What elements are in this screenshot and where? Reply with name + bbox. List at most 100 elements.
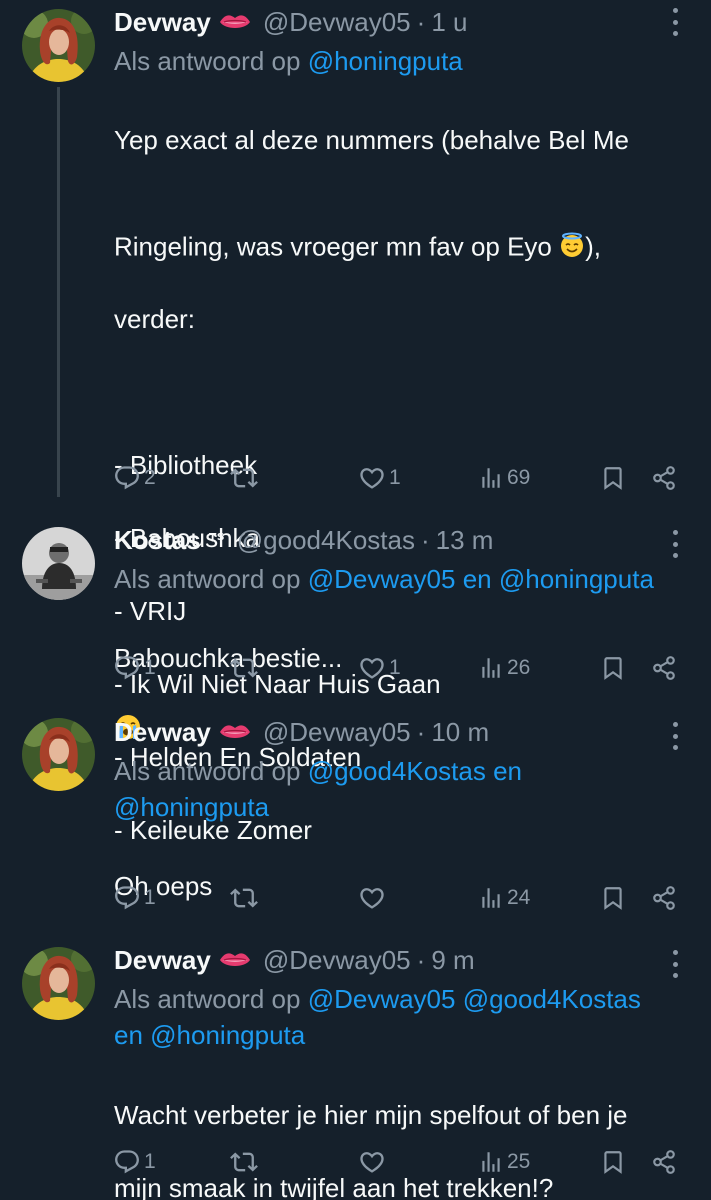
name-suffix: ᵀᔆ bbox=[208, 529, 225, 550]
separator: · bbox=[416, 944, 426, 975]
like-count: 1 bbox=[389, 656, 401, 679]
reply-prefix: Als antwoord op bbox=[114, 46, 301, 76]
avatar[interactable] bbox=[22, 718, 95, 791]
reply-button[interactable]: 1 bbox=[113, 880, 156, 916]
reply-context: Als antwoord op @good4Kostas en bbox=[114, 753, 522, 789]
mention-link[interactable]: @good4Kostas en bbox=[308, 756, 522, 786]
views-icon bbox=[478, 655, 504, 681]
view-count: 26 bbox=[507, 656, 531, 679]
like-button[interactable]: 1 bbox=[358, 650, 401, 686]
reply-icon bbox=[113, 464, 141, 492]
bookmark-button[interactable] bbox=[600, 460, 626, 496]
repost-button[interactable] bbox=[230, 460, 258, 496]
share-button[interactable] bbox=[651, 460, 677, 496]
separator: · bbox=[420, 524, 430, 555]
more-options-icon[interactable] bbox=[671, 8, 679, 36]
reply-context-line2: en @honingputa bbox=[114, 1017, 305, 1053]
timestamp[interactable]: 10 m bbox=[431, 717, 489, 748]
reply-count: 1 bbox=[144, 656, 156, 679]
separator: · bbox=[416, 716, 426, 747]
more-options-icon[interactable] bbox=[671, 530, 679, 558]
author-name[interactable]: Kostas bbox=[114, 525, 201, 556]
author-handle[interactable]: @good4Kostas bbox=[237, 525, 415, 556]
author-name[interactable]: Devway bbox=[114, 945, 211, 976]
repost-icon bbox=[230, 1148, 258, 1176]
share-button[interactable] bbox=[651, 650, 677, 686]
reply-prefix: Als antwoord op bbox=[114, 984, 301, 1014]
bookmark-button[interactable] bbox=[600, 880, 626, 916]
reply-count: 1 bbox=[144, 1150, 156, 1173]
views-icon bbox=[478, 465, 504, 491]
text-fragment: Ringeling, was vroeger mn fav op Eyo bbox=[114, 231, 552, 261]
like-button[interactable]: 1 bbox=[358, 460, 401, 496]
share-button[interactable] bbox=[651, 880, 677, 916]
repost-icon bbox=[230, 464, 258, 492]
repost-icon bbox=[230, 654, 258, 682]
text-line: Ringeling, was vroeger mn fav op Eyo ), bbox=[114, 195, 704, 265]
more-options-icon[interactable] bbox=[671, 722, 679, 750]
tweet-header: Devway @Devway05 · 10 m bbox=[114, 714, 489, 750]
like-button[interactable] bbox=[358, 880, 386, 916]
action-bar: 1 24 bbox=[0, 880, 711, 916]
views-button[interactable]: 24 bbox=[478, 880, 530, 916]
views-button[interactable]: 69 bbox=[478, 460, 530, 496]
author-handle[interactable]: @Devway05 bbox=[263, 7, 411, 38]
author-handle[interactable]: @Devway05 bbox=[263, 717, 411, 748]
like-button[interactable] bbox=[358, 1144, 386, 1180]
more-options-icon[interactable] bbox=[671, 950, 679, 978]
reply-context-line2: @honingputa bbox=[114, 789, 269, 825]
mention-link[interactable]: en @honingputa bbox=[114, 1020, 305, 1050]
text-line: verder: bbox=[114, 304, 195, 334]
avatar[interactable] bbox=[22, 527, 95, 600]
repost-icon bbox=[230, 884, 258, 912]
bookmark-icon bbox=[600, 885, 626, 911]
reply-button[interactable]: 1 bbox=[113, 1144, 156, 1180]
author-handle[interactable]: @Devway05 bbox=[263, 945, 411, 976]
text-line bbox=[114, 374, 704, 411]
bookmark-button[interactable] bbox=[600, 650, 626, 686]
views-icon bbox=[478, 885, 504, 911]
views-button[interactable]: 25 bbox=[478, 1144, 530, 1180]
repost-button[interactable] bbox=[230, 1144, 258, 1180]
author-name[interactable]: Devway bbox=[114, 717, 211, 748]
mention-link[interactable]: @honingputa bbox=[114, 792, 269, 822]
view-count: 24 bbox=[507, 886, 531, 909]
reply-prefix: Als antwoord op bbox=[114, 756, 301, 786]
avatar[interactable] bbox=[22, 9, 95, 82]
mention-link[interactable]: @honingputa bbox=[308, 46, 463, 76]
timestamp[interactable]: 13 m bbox=[436, 525, 494, 556]
tweet-header: Devway @Devway05 · 9 m bbox=[114, 942, 475, 978]
like-count: 1 bbox=[389, 466, 401, 489]
reply-count: 2 bbox=[144, 466, 156, 489]
action-bar: 1 1 26 bbox=[0, 650, 711, 686]
reply-context: Als antwoord op @Devway05 @good4Kostas bbox=[114, 981, 641, 1017]
view-count: 69 bbox=[507, 466, 531, 489]
bookmark-icon bbox=[600, 655, 626, 681]
timestamp[interactable]: 9 m bbox=[431, 945, 474, 976]
reply-button[interactable]: 2 bbox=[113, 460, 156, 496]
repost-button[interactable] bbox=[230, 650, 258, 686]
timestamp[interactable]: 1 u bbox=[431, 7, 467, 38]
share-icon bbox=[651, 465, 677, 491]
reply-icon bbox=[113, 654, 141, 682]
reply-button[interactable]: 1 bbox=[113, 650, 156, 686]
lips-emoji-icon bbox=[219, 722, 251, 742]
author-name[interactable]: Devway bbox=[114, 7, 211, 38]
views-button[interactable]: 26 bbox=[478, 650, 530, 686]
reply-icon bbox=[113, 1148, 141, 1176]
thread-line bbox=[57, 87, 60, 497]
share-button[interactable] bbox=[651, 1144, 677, 1180]
action-bar: 1 25 bbox=[0, 1144, 711, 1180]
bookmark-icon bbox=[600, 465, 626, 491]
repost-button[interactable] bbox=[230, 880, 258, 916]
text-fragment: ), bbox=[585, 231, 602, 261]
bookmark-icon bbox=[600, 1149, 626, 1175]
bookmark-button[interactable] bbox=[600, 1144, 626, 1180]
mention-link[interactable]: @Devway05 en @honingputa bbox=[308, 564, 654, 594]
text-line: Wacht verbeter je hier mijn spelfout of … bbox=[114, 1099, 628, 1130]
avatar[interactable] bbox=[22, 947, 95, 1020]
mention-link[interactable]: @Devway05 @good4Kostas bbox=[308, 984, 641, 1014]
reply-context: Als antwoord op @Devway05 en @honingputa bbox=[114, 561, 654, 597]
reply-icon bbox=[113, 884, 141, 912]
tweet-header: Devway @Devway05 · 1 u bbox=[114, 4, 467, 40]
